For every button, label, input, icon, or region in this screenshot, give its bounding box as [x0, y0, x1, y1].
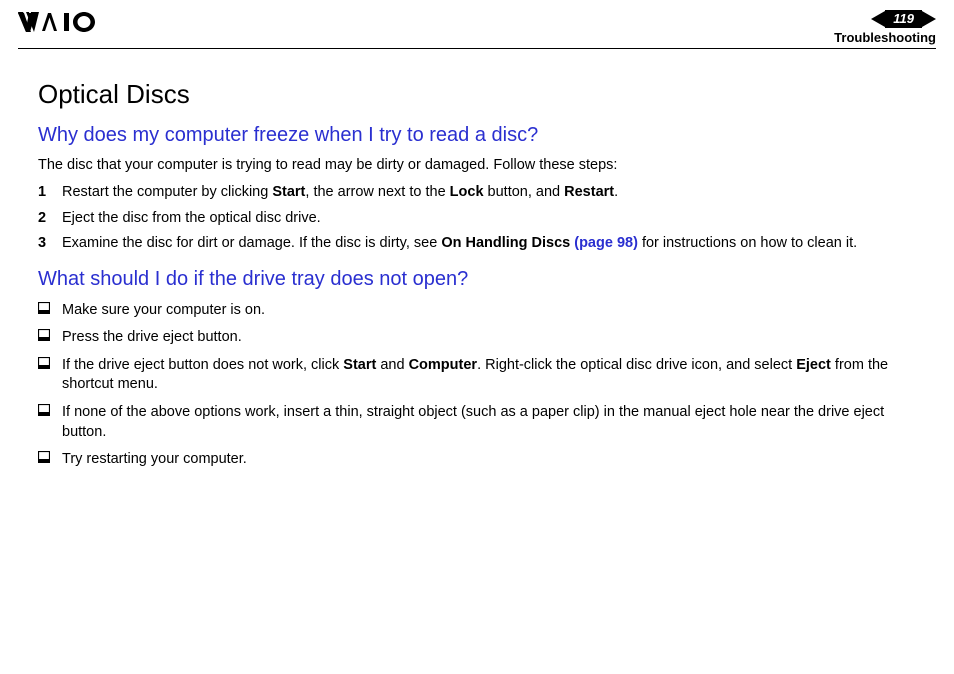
- list-item: Try restarting your computer.: [38, 450, 916, 470]
- step-number: 1: [38, 183, 62, 203]
- list-item-text: If the drive eject button does not work,…: [62, 356, 916, 395]
- list-item: Press the drive eject button.: [38, 328, 916, 348]
- step-number: 3: [38, 234, 62, 254]
- page-ref-link[interactable]: (page 98): [574, 235, 638, 251]
- text-run: , the arrow next to the: [305, 184, 449, 200]
- checkbox-bullet-icon: [38, 301, 62, 314]
- steps-list: 1 Restart the computer by clicking Start…: [38, 183, 916, 254]
- page-header: 119 Troubleshooting: [0, 0, 954, 48]
- question-2-heading: What should I do if the drive tray does …: [38, 268, 916, 291]
- bold-run: Lock: [450, 184, 484, 200]
- bullet-list: Make sure your computer is on. Press the…: [38, 301, 916, 470]
- bold-run: On Handling Discs: [441, 235, 574, 251]
- bold-run: Eject: [796, 357, 831, 373]
- list-item-text: Make sure your computer is on.: [62, 301, 916, 321]
- text-run: button, and: [484, 184, 565, 200]
- list-item: Make sure your computer is on.: [38, 301, 916, 321]
- header-right: 119 Troubleshooting: [834, 10, 936, 45]
- text-run: .: [614, 184, 618, 200]
- list-item-text: Try restarting your computer.: [62, 450, 916, 470]
- vaio-logo: [18, 10, 118, 34]
- page-title: Optical Discs: [38, 79, 916, 110]
- list-item: If none of the above options work, inser…: [38, 403, 916, 442]
- checkbox-bullet-icon: [38, 450, 62, 463]
- text-run: . Right-click the optical disc drive ico…: [477, 357, 796, 373]
- text-run: Examine the disc for dirt or damage. If …: [62, 235, 441, 251]
- bold-run: Start: [272, 184, 305, 200]
- step-number: 2: [38, 209, 62, 229]
- page: 119 Troubleshooting Optical Discs Why do…: [0, 0, 954, 674]
- next-page-arrow-icon[interactable]: [922, 11, 936, 27]
- text-run: for instructions on how to clean it.: [638, 235, 857, 251]
- step-1: 1 Restart the computer by clicking Start…: [38, 183, 916, 203]
- checkbox-bullet-icon: [38, 356, 62, 369]
- section-label: Troubleshooting: [834, 30, 936, 45]
- question-1-heading: Why does my computer freeze when I try t…: [38, 124, 916, 147]
- checkbox-bullet-icon: [38, 328, 62, 341]
- prev-page-arrow-icon[interactable]: [871, 11, 885, 27]
- list-item-text: If none of the above options work, inser…: [62, 403, 916, 442]
- step-text: Examine the disc for dirt or damage. If …: [62, 234, 916, 254]
- bold-run: Restart: [564, 184, 614, 200]
- bold-run: Computer: [409, 357, 477, 373]
- bold-run: Start: [343, 357, 376, 373]
- checkbox-bullet-icon: [38, 403, 62, 416]
- step-text: Restart the computer by clicking Start, …: [62, 183, 916, 203]
- question-1-intro: The disc that your computer is trying to…: [38, 157, 916, 173]
- step-text: Eject the disc from the optical disc dri…: [62, 209, 916, 229]
- text-run: and: [376, 357, 408, 373]
- text-run: If the drive eject button does not work,…: [62, 357, 343, 373]
- page-nav: 119: [834, 10, 936, 28]
- list-item-text: Press the drive eject button.: [62, 328, 916, 348]
- list-item: If the drive eject button does not work,…: [38, 356, 916, 395]
- content-area: Optical Discs Why does my computer freez…: [0, 49, 954, 470]
- step-3: 3 Examine the disc for dirt or damage. I…: [38, 234, 916, 254]
- page-number-badge: 119: [885, 10, 922, 28]
- text-run: Restart the computer by clicking: [62, 184, 272, 200]
- step-2: 2 Eject the disc from the optical disc d…: [38, 209, 916, 229]
